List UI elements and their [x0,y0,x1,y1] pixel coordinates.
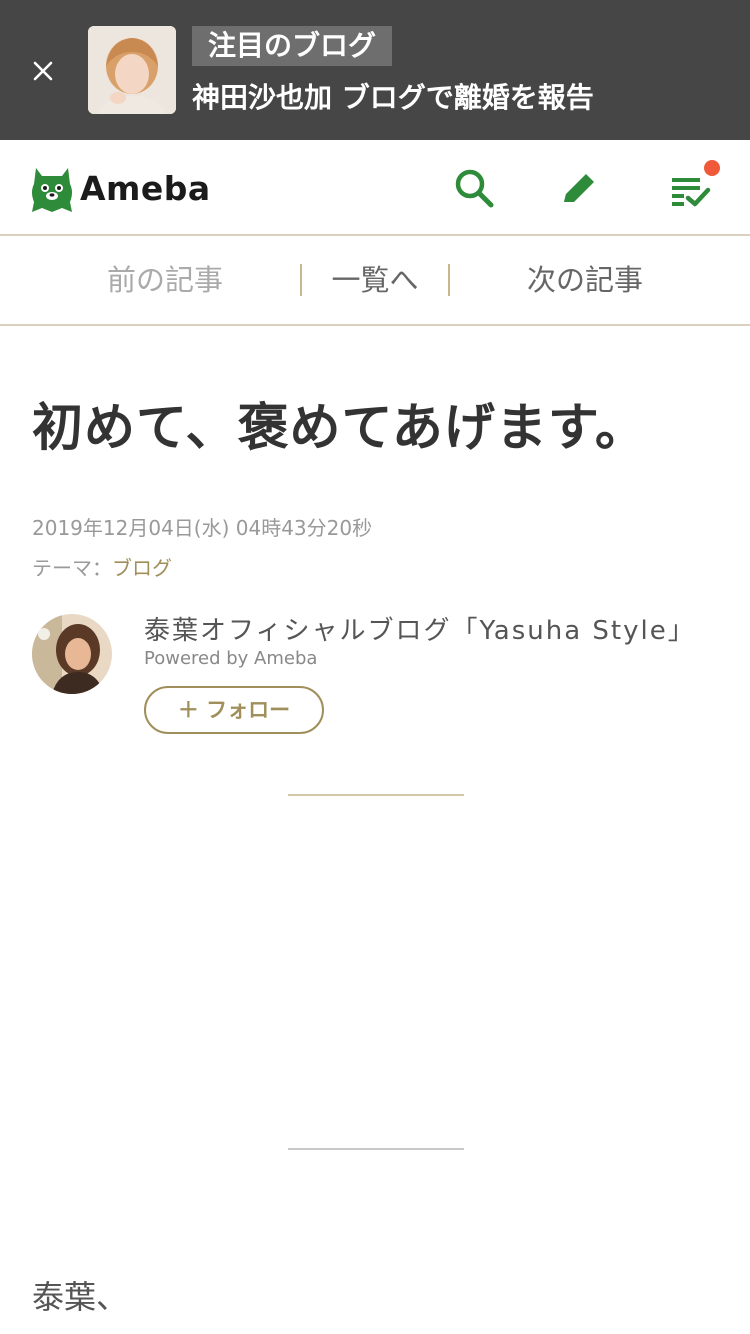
next-article-link[interactable]: 次の記事 [480,236,690,324]
featured-blog-banner[interactable]: 注目のブログ 神田沙也加 ブログで離婚を報告 [0,0,750,140]
article-list-link[interactable]: 一覧へ [302,236,448,324]
article-date: 2019年12月04日(水) 04時43分20秒 [32,516,373,540]
theme-link[interactable]: ブログ [112,556,172,580]
app-header: Ameba [0,140,750,236]
reading-list-icon[interactable] [668,160,720,210]
notification-dot [704,160,720,176]
logo-text: Ameba [80,168,211,208]
featured-blog-thumbnail[interactable] [88,26,176,114]
section-divider [288,1148,464,1150]
article-body-text: 泰葉、 [32,1278,129,1316]
theme-label: テーマ： [32,556,112,580]
close-icon[interactable] [26,54,60,88]
author-avatar[interactable] [32,614,112,694]
section-divider [288,794,464,796]
powered-by: Powered by Ameba [144,648,318,669]
follow-button[interactable]: ＋ フォロー [144,686,324,734]
article-theme: テーマ：ブログ [32,552,172,581]
featured-headline[interactable]: 神田沙也加 ブログで離婚を報告 [192,78,594,118]
search-icon[interactable] [452,166,496,210]
featured-badge: 注目のブログ [192,26,393,66]
ameba-logo[interactable]: Ameba [30,160,211,216]
blog-name[interactable]: 泰葉オフィシャルブログ「Yasuha Style」 [144,610,696,647]
nav-divider [448,264,450,296]
pencil-icon[interactable] [556,166,600,210]
ameba-mascot-icon [32,168,72,212]
article-title: 初めて、褒めてあげます。 [32,399,647,458]
prev-article-link[interactable]: 前の記事 [60,236,270,324]
article-nav: 前の記事 一覧へ 次の記事 [0,236,750,326]
